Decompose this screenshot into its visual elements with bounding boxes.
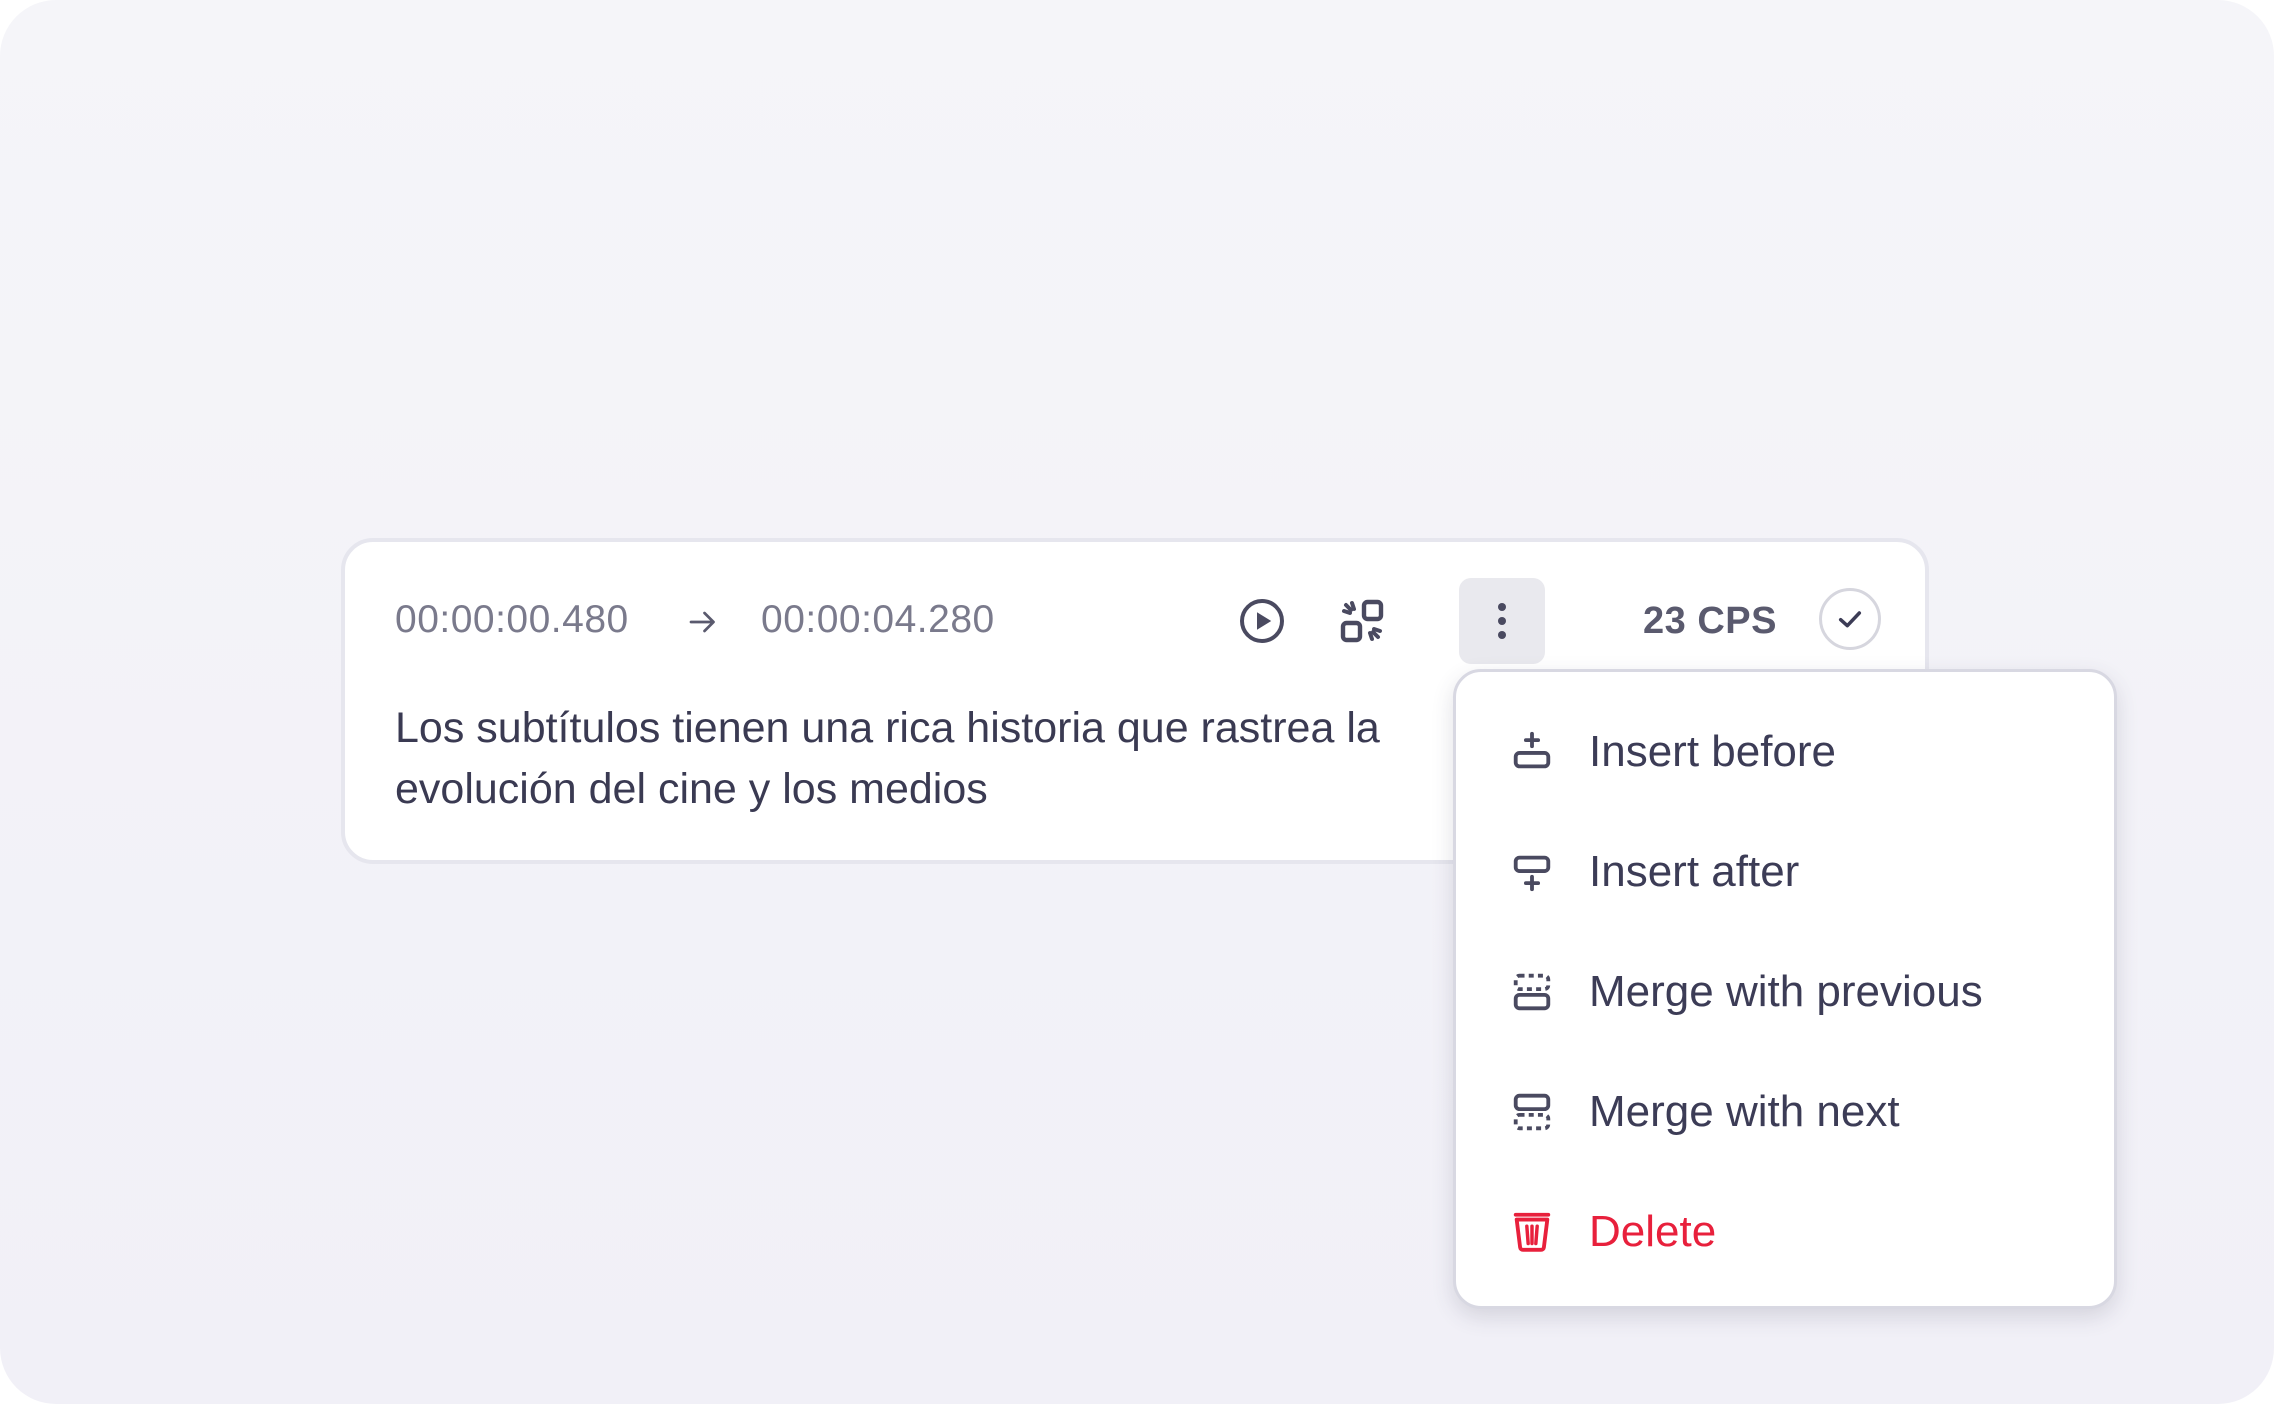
cps-indicator: 23 CPS	[1643, 600, 1777, 642]
menu-item-label: Insert after	[1589, 847, 1800, 896]
end-timecode[interactable]: 00:00:04.280	[761, 598, 995, 642]
split-segment-button[interactable]	[1319, 578, 1405, 664]
check-icon	[1838, 611, 1862, 628]
approve-segment-button[interactable]	[1819, 588, 1881, 650]
menu-item-label: Merge with previous	[1589, 967, 1983, 1016]
workspace-background: 00:00:00.480 00:00:04.280 23 CPS Los sub…	[0, 0, 2274, 1404]
split-icon	[1340, 599, 1384, 643]
menu-item-merge-previous[interactable]: Merge with previous	[1456, 937, 2114, 1047]
menu-item-label: Insert before	[1589, 727, 1837, 776]
more-options-button[interactable]	[1459, 578, 1545, 664]
subtitle-text-editor[interactable]: Los subtítulos tienen una rica historia …	[395, 698, 1495, 820]
menu-item-label: Merge with next	[1589, 1087, 1900, 1136]
insert-after-icon	[1509, 849, 1555, 895]
merge-next-icon	[1509, 1089, 1555, 1135]
menu-item-delete[interactable]: Delete	[1456, 1177, 2114, 1287]
merge-previous-icon	[1509, 969, 1555, 1015]
menu-item-insert-before[interactable]: Insert before	[1456, 697, 2114, 807]
menu-item-merge-next[interactable]: Merge with next	[1456, 1057, 2114, 1167]
start-timecode[interactable]: 00:00:00.480	[395, 598, 629, 642]
trash-icon	[1509, 1209, 1555, 1255]
play-segment-button[interactable]	[1219, 578, 1305, 664]
play-circle-icon	[1240, 599, 1284, 643]
segment-context-menu: Insert before Insert after Merge with pr…	[1453, 669, 2117, 1309]
more-vertical-icon	[1498, 603, 1506, 639]
arrow-right-icon	[689, 611, 715, 633]
menu-item-insert-after[interactable]: Insert after	[1456, 817, 2114, 927]
insert-before-icon	[1509, 729, 1555, 775]
menu-item-label: Delete	[1589, 1207, 1717, 1256]
